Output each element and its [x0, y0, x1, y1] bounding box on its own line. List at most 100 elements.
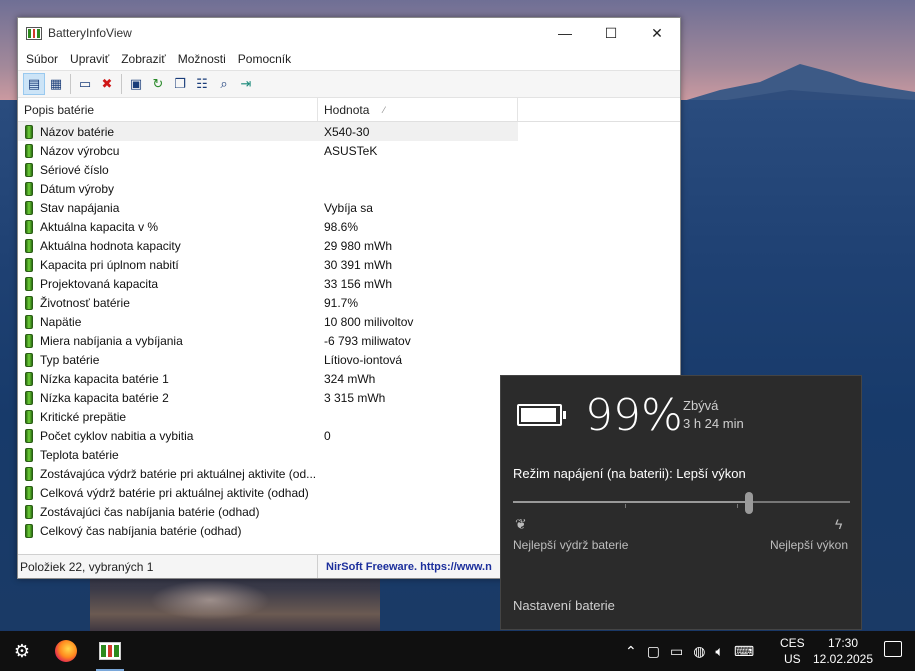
row-name: Sériové číslo [40, 162, 109, 177]
menu-bar: Súbor Upraviť Zobraziť Možnosti Pomocník [18, 48, 680, 70]
delete-icon[interactable]: ✖ [96, 73, 118, 95]
battery-icon [25, 409, 33, 424]
find-icon[interactable]: ⌕ [213, 73, 235, 95]
list-header: Popis batérie Hodnota ⁄ [18, 98, 680, 122]
battery-icon [25, 466, 33, 481]
toolbar: ▤ ▦ ▭ ✖ ▣ ↻ ❐ ☷ ⌕ ⇥ [18, 70, 680, 98]
table-row[interactable]: Stav napájania Vybíja sa [18, 198, 680, 217]
row-name: Kritické prepätie [40, 409, 127, 424]
window-title: BatteryInfoView [48, 26, 132, 40]
slider-tick [625, 504, 626, 508]
row-name: Typ batérie [40, 352, 100, 367]
battery-percent: 99% [585, 390, 683, 441]
sort-arrow-icon: ⁄ [383, 104, 385, 115]
refresh-icon[interactable]: ↻ [147, 73, 169, 95]
row-name: Celkový čas nabíjania batérie (odhad) [40, 523, 242, 538]
best-performance-label: Nejlepší výkon [769, 538, 848, 552]
pier-light [150, 580, 270, 620]
battery-icon [25, 295, 33, 310]
power-mode-slider[interactable] [513, 492, 850, 514]
nirsoft-link[interactable]: NirSoft Freeware. https://www.n [318, 561, 508, 573]
row-name: Miera nabíjania a vybíjania [40, 333, 183, 348]
table-row[interactable]: Projektovaná kapacita 33 156 mWh [18, 274, 680, 293]
table-row[interactable]: Názov batérie X540-30 [18, 122, 518, 141]
toolbar-separator [70, 74, 71, 94]
menu-edit[interactable]: Upraviť [64, 52, 115, 66]
row-name: Počet cyklov nabitia a vybitia [40, 428, 194, 443]
row-name: Nízka kapacita batérie 2 [40, 390, 169, 405]
toolbar-separator [121, 74, 122, 94]
row-value: 98.6% [324, 219, 359, 234]
properties-icon[interactable]: ☷ [191, 73, 213, 95]
chevron-up-icon[interactable]: ⌃ [625, 643, 637, 660]
language-code: CES [780, 636, 805, 650]
minimize-button[interactable]: — [542, 18, 588, 48]
lightning-icon: ϟ [835, 516, 843, 532]
battery-icon [25, 447, 33, 462]
slider-thumb[interactable] [745, 492, 753, 514]
clock-date: 12.02.2025 [812, 652, 874, 666]
clock[interactable]: 17:30 12.02.2025 [812, 635, 874, 667]
row-name: Nízka kapacita batérie 1 [40, 371, 169, 386]
row-name: Kapacita pri úplnom nabití [40, 257, 179, 272]
system-tray: ⌃ ▢ ▭ ◍ 🔈︎ ⌨ [620, 631, 759, 671]
battery-icon [25, 181, 33, 196]
battery-icon [25, 523, 33, 538]
column-header-description[interactable]: Popis batérie [18, 98, 318, 121]
window-icon[interactable]: ▭ [74, 73, 96, 95]
table-row[interactable]: Typ batérie Lítiovo-iontová [18, 350, 680, 369]
table-row[interactable]: Dátum výroby [18, 179, 680, 198]
row-name: Stav napájania [40, 200, 120, 215]
batteryinfoview-taskbar-icon[interactable] [88, 631, 132, 671]
row-value: 29 980 mWh [324, 238, 393, 253]
keyboard-icon[interactable]: ⌨ [734, 643, 754, 660]
exit-icon[interactable]: ⇥ [235, 73, 257, 95]
table-row[interactable]: Miera nabíjania a vybíjania -6 793 miliwa… [18, 331, 680, 350]
table-row[interactable]: Sériové číslo [18, 160, 680, 179]
taskbar: ⚙ ⌃ ▢ ▭ ◍ 🔈︎ ⌨ CES US 17:30 12.02.2025 [0, 631, 915, 671]
keyboard-layout: US [784, 652, 801, 666]
table-row[interactable]: Aktuálna kapacita v % 98.6% [18, 217, 680, 236]
table-row[interactable]: Životnosť batérie 91.7% [18, 293, 680, 312]
row-name: Aktuálna hodnota kapacity [40, 238, 181, 253]
input-language[interactable]: CES US [780, 635, 805, 667]
battery-tray-icon[interactable]: ▭ [670, 643, 683, 660]
close-button[interactable]: ✕ [634, 18, 680, 48]
title-bar[interactable]: BatteryInfoView — ☐ ✕ [18, 18, 680, 48]
copy-icon[interactable]: ❐ [169, 73, 191, 95]
menu-help[interactable]: Pomocník [232, 52, 297, 66]
row-name: Názov výrobcu [40, 143, 120, 158]
table-row[interactable]: Napätie 10 800 milivoltov [18, 312, 680, 331]
menu-view[interactable]: Zobraziť [115, 52, 172, 66]
battery-icon [25, 143, 33, 158]
table-row[interactable]: Názov výrobcu ASUSTeK [18, 141, 680, 160]
battery-icon [25, 485, 33, 500]
volume-icon[interactable]: 🔈︎ [715, 643, 723, 660]
power-mode-label: Režim napájení (na baterii): Lepší výkon [513, 466, 746, 481]
row-name: Zostávajúci čas nabíjania batérie (odhad… [40, 504, 260, 519]
status-item-count: Položiek 22, vybraných 1 [18, 555, 318, 578]
table-row[interactable]: Aktuálna hodnota kapacity 29 980 mWh [18, 236, 680, 255]
globe-icon[interactable]: ◍ [693, 643, 705, 660]
battery-log-mode-icon[interactable]: ▦ [45, 73, 67, 95]
battery-icon [25, 124, 33, 139]
settings-gear-icon[interactable]: ⚙ [0, 631, 44, 671]
battery-icon [25, 200, 33, 215]
row-value: 33 156 mWh [324, 276, 393, 291]
row-value: 0 [324, 428, 331, 443]
firefox-icon[interactable] [44, 631, 88, 671]
save-icon[interactable]: ▣ [125, 73, 147, 95]
device-icon[interactable]: ▢ [647, 643, 660, 660]
maximize-button[interactable]: ☐ [588, 18, 634, 48]
notification-icon[interactable] [884, 641, 902, 657]
battery-settings-link[interactable]: Nastavení baterie [513, 598, 615, 613]
row-name: Aktuálna kapacita v % [40, 219, 159, 234]
table-row[interactable]: Kapacita pri úplnom nabití 30 391 mWh [18, 255, 680, 274]
row-name: Teplota batérie [40, 447, 119, 462]
battery-info-mode-icon[interactable]: ▤ [23, 73, 45, 95]
row-value: Lítiovo-iontová [324, 352, 403, 367]
column-header-value[interactable]: Hodnota ⁄ [318, 98, 518, 121]
menu-file[interactable]: Súbor [20, 52, 64, 66]
menu-options[interactable]: Možnosti [172, 52, 232, 66]
remaining-label: Zbývá [683, 398, 719, 413]
